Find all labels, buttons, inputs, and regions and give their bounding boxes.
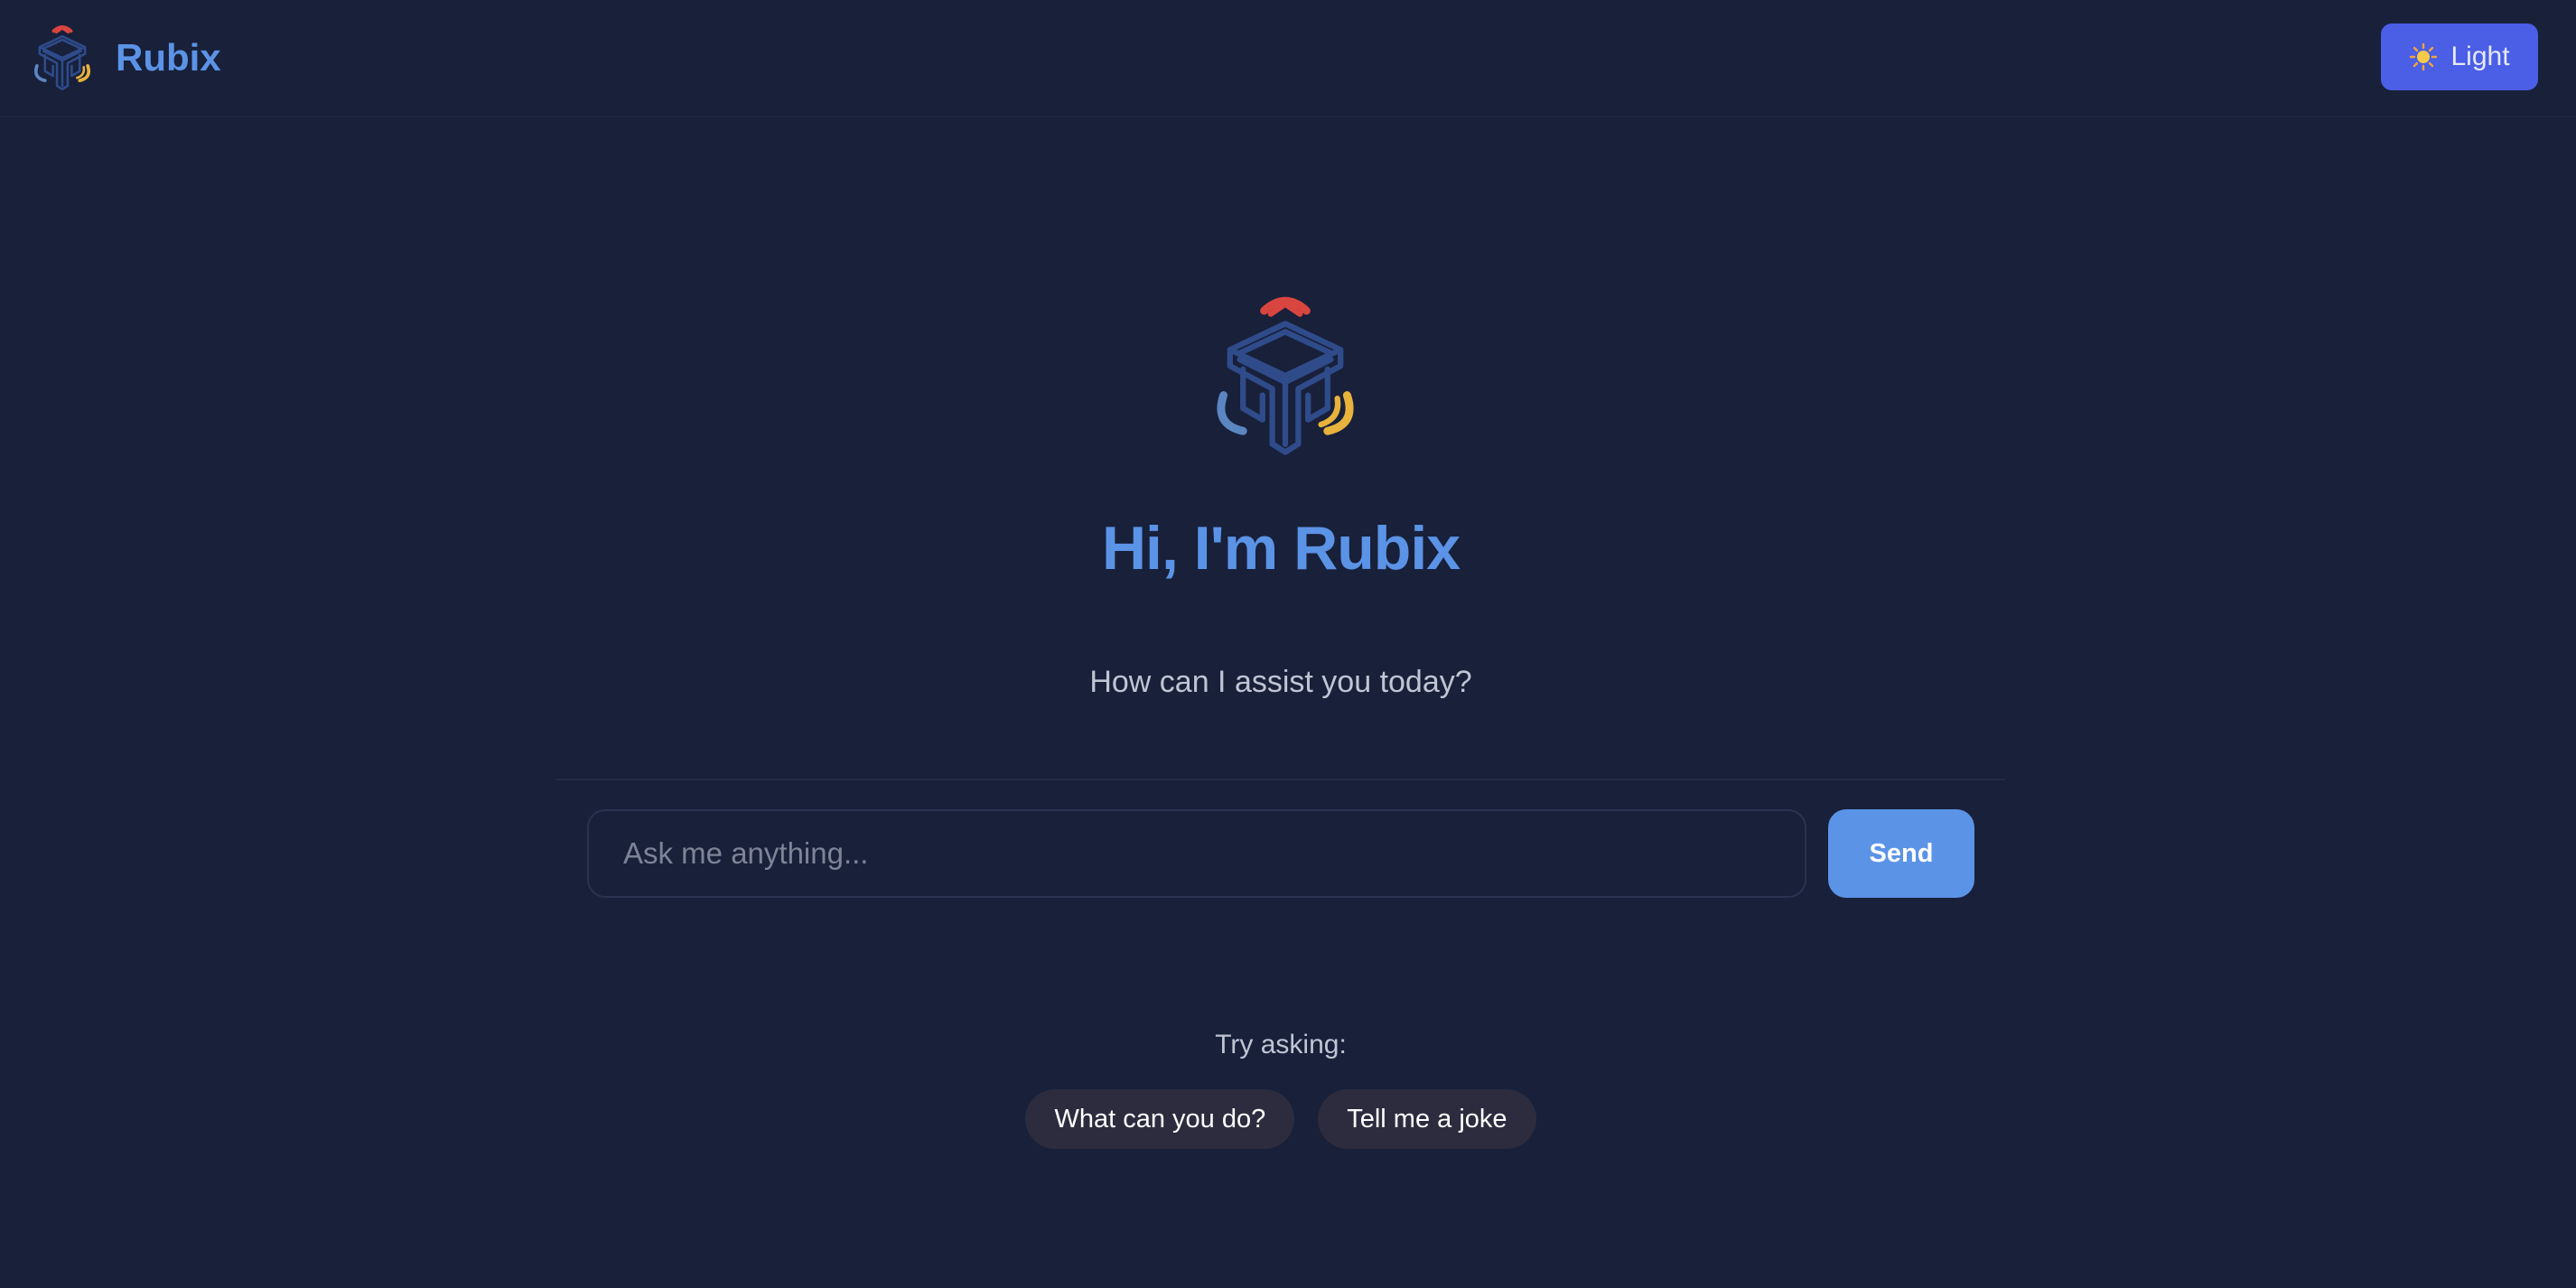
welcome-title: Hi, I'm Rubix	[1101, 514, 1461, 583]
suggestion-chip[interactable]: Tell me a joke	[1318, 1089, 1536, 1149]
rubix-cube-logo-icon	[29, 22, 96, 94]
top-bar: Rubix Light	[0, 0, 2576, 117]
theme-toggle-button[interactable]: Light	[2381, 23, 2538, 90]
chat-input[interactable]	[587, 809, 1806, 898]
sun-icon	[2410, 42, 2438, 71]
rubix-hero-logo-icon	[1201, 294, 1369, 457]
brand[interactable]: Rubix	[29, 22, 221, 94]
send-button[interactable]: Send	[1828, 809, 1974, 898]
welcome-subtitle: How can I assist you today?	[1089, 665, 1472, 699]
brand-name: Rubix	[116, 36, 221, 79]
suggestion-chips: What can you do? Tell me a joke	[0, 1089, 2562, 1149]
suggestion-chip[interactable]: What can you do?	[1025, 1089, 1295, 1149]
suggestions-label: Try asking:	[1215, 1030, 1347, 1059]
theme-toggle-label: Light	[2450, 42, 2510, 71]
divider	[556, 779, 2005, 780]
